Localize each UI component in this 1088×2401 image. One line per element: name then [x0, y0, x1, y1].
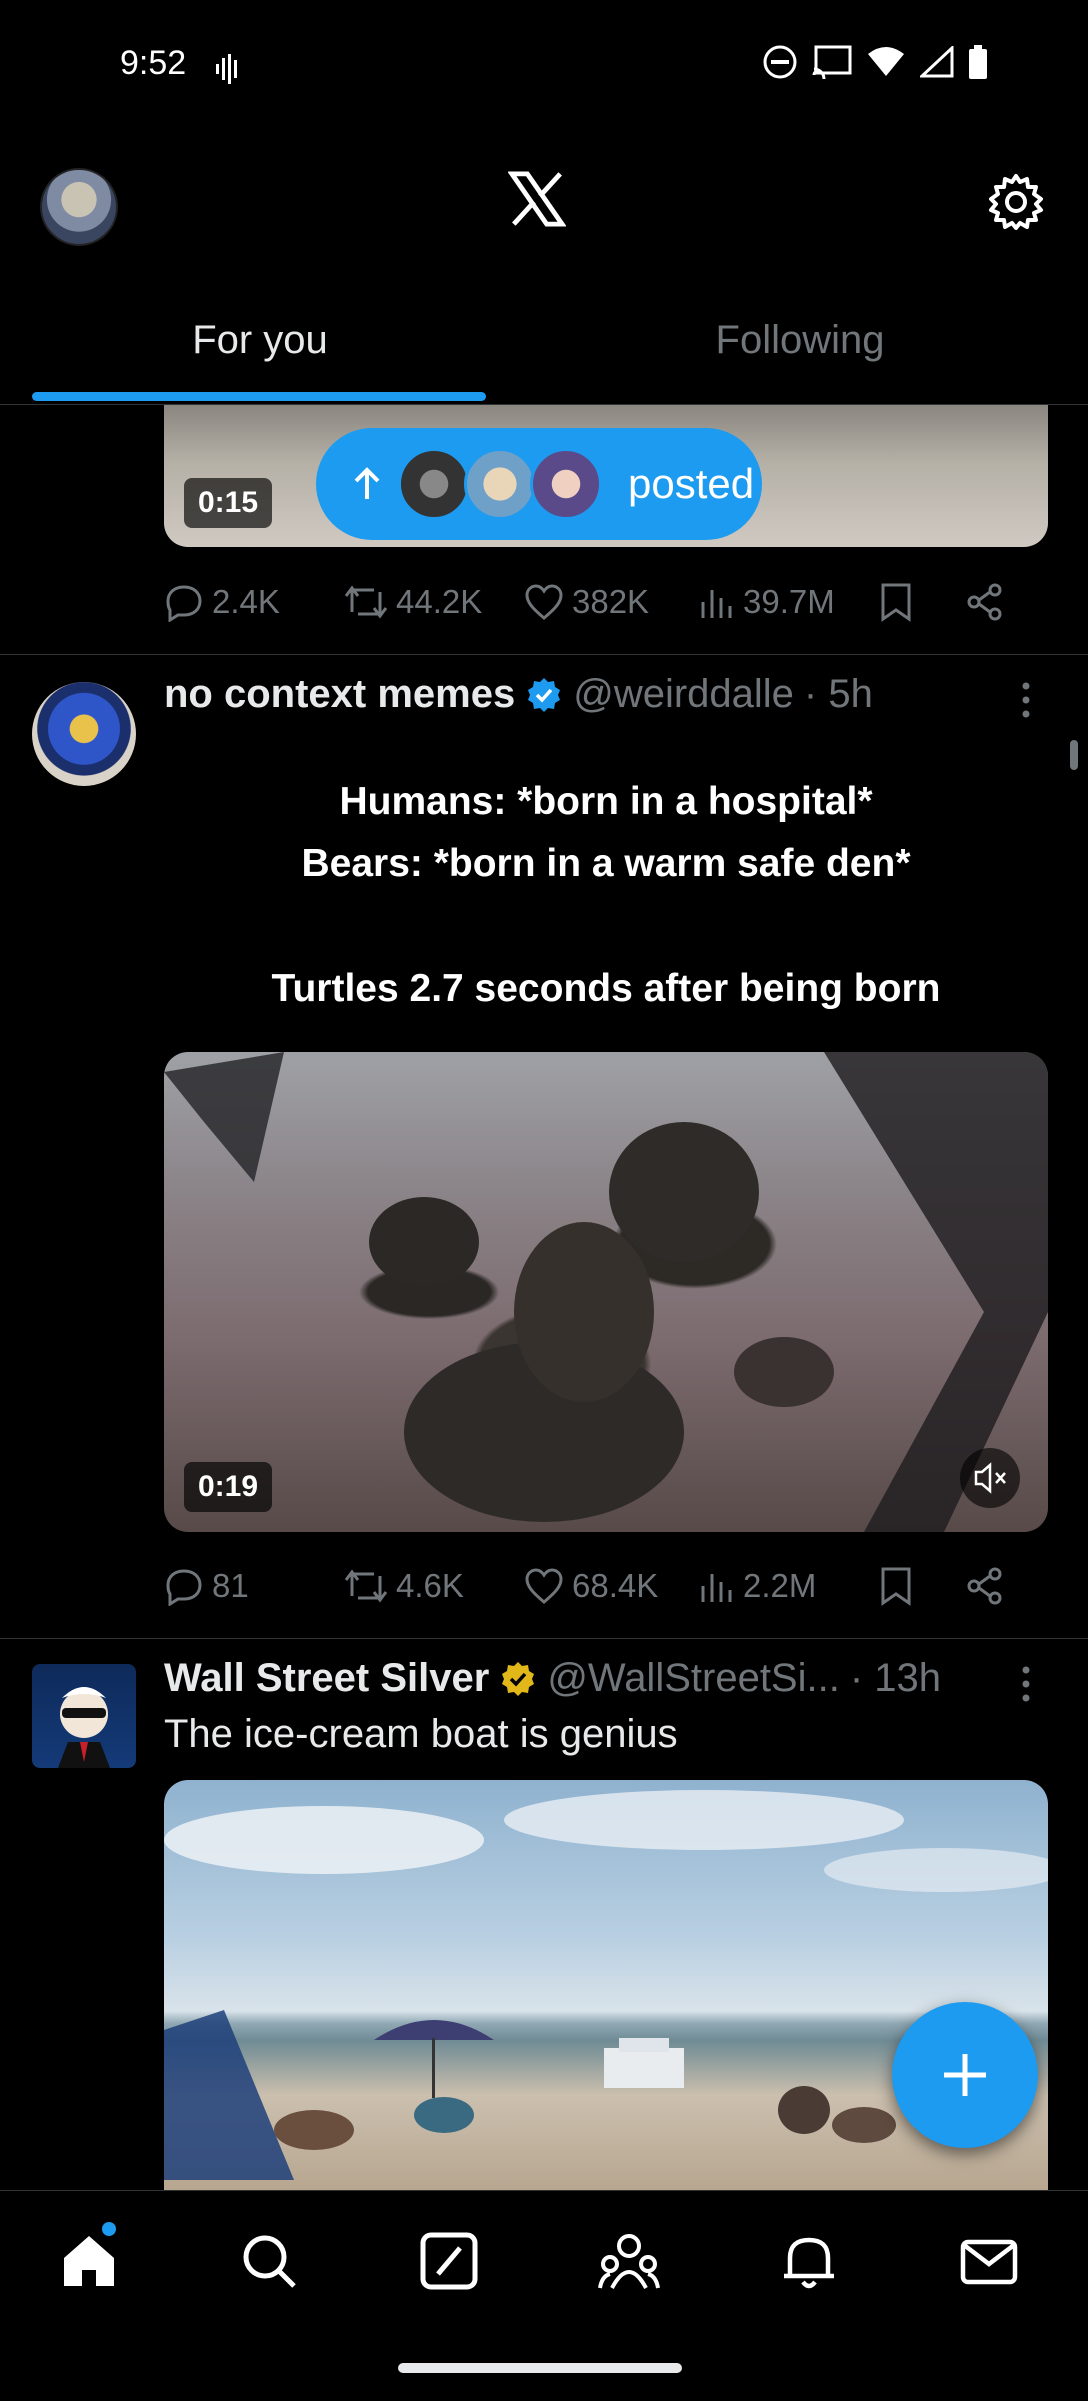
repost-count: 4.6K	[396, 1567, 464, 1604]
author-handle[interactable]: @weirddalle	[573, 672, 794, 717]
compose-button[interactable]	[892, 2002, 1038, 2148]
meme-line: Humans: *born in a hospital*	[339, 780, 873, 823]
bookmark-icon[interactable]	[879, 1566, 913, 1606]
tweet-actions: 81 4.6K 68.4K 2.2M	[164, 1556, 1048, 1616]
tweet-time: · 13h	[849, 1656, 942, 1700]
like-icon	[525, 1568, 563, 1604]
like-icon	[525, 584, 563, 620]
avatar	[464, 448, 536, 520]
repost-icon	[344, 585, 388, 619]
communities-icon[interactable]	[598, 2230, 660, 2292]
like-count: 68.4K	[572, 1567, 659, 1604]
more-icon[interactable]	[1016, 1664, 1036, 1704]
tweet-media-video[interactable]	[164, 1780, 1048, 2200]
video-duration: 0:15	[184, 478, 273, 528]
tweet-media-video[interactable]	[164, 1052, 1048, 1532]
avatar[interactable]	[32, 1664, 136, 1768]
search-icon[interactable]	[238, 2230, 300, 2292]
bookmark-icon[interactable]	[879, 582, 913, 622]
repost-icon	[344, 1569, 388, 1603]
share-icon[interactable]	[965, 1566, 1005, 1606]
views-icon	[701, 590, 732, 618]
video-duration: 0:19	[184, 1462, 273, 1512]
share-icon[interactable]	[965, 582, 1005, 622]
divider	[0, 654, 1088, 655]
avatar-art	[58, 1687, 110, 1768]
mute-icon	[974, 1462, 1006, 1494]
repost-button[interactable]: 4.6K	[344, 1566, 524, 1606]
cast-icon	[812, 45, 852, 79]
divider	[0, 1638, 1088, 1639]
x-logo-icon	[508, 171, 566, 227]
tab-for-you[interactable]: For you	[0, 318, 520, 363]
meme-line: Turtles 2.7 seconds after being born	[271, 967, 941, 1010]
view-count: 2.2M	[743, 1567, 817, 1604]
reply-count: 2.4K	[212, 583, 280, 620]
status-icons	[762, 44, 988, 80]
repost-button[interactable]: 44.2K	[344, 582, 524, 622]
compose-plus-icon	[944, 2054, 986, 2096]
status-time: 9:52	[120, 44, 187, 82]
like-button[interactable]: 68.4K	[524, 1567, 699, 1605]
arrow-up-icon	[354, 467, 380, 499]
author-name[interactable]: Wall Street Silver	[164, 1656, 489, 1701]
tab-indicator	[32, 392, 486, 401]
grok-icon[interactable]	[418, 2230, 480, 2292]
tweet-actions: 2.4K 44.2K 382K 39.7M	[164, 572, 1048, 632]
reply-icon	[166, 1569, 202, 1606]
views-button[interactable]: 39.7M	[699, 583, 879, 621]
notifications-icon[interactable]	[778, 2230, 840, 2292]
gear-icon[interactable]	[986, 172, 1046, 232]
like-button[interactable]: 382K	[524, 583, 699, 621]
home-icon[interactable]	[58, 2230, 120, 2292]
new-posts-pill[interactable]: posted	[316, 428, 762, 540]
posted-label: posted	[628, 460, 755, 507]
cell-icon	[920, 46, 954, 78]
like-count: 382K	[572, 583, 650, 620]
notification-dot	[102, 2222, 116, 2236]
verified-badge-gold-icon	[502, 1661, 535, 1696]
repost-count: 44.2K	[396, 583, 483, 620]
verified-badge-icon	[528, 677, 561, 712]
author-name[interactable]: no context memes	[164, 672, 515, 717]
avatar[interactable]	[32, 682, 136, 786]
tweet-text: The ice-cream boat is genius	[164, 1712, 678, 1756]
battery-icon	[969, 45, 987, 79]
scrollbar[interactable]	[1070, 740, 1078, 770]
avatar	[530, 448, 602, 520]
meme-line: Bears: *born in a warm safe den*	[301, 842, 911, 885]
profile-avatar[interactable]	[40, 168, 118, 246]
reply-count: 81	[212, 1567, 249, 1604]
views-icon	[701, 1574, 732, 1602]
author-handle[interactable]: @WallStreetSi...	[547, 1656, 840, 1701]
signal-icon	[216, 54, 237, 84]
views-button[interactable]: 2.2M	[699, 1567, 879, 1605]
view-count: 39.7M	[743, 583, 835, 620]
wifi-icon	[868, 47, 904, 76]
more-icon[interactable]	[1016, 680, 1036, 720]
tweet-time: · 5h	[803, 672, 873, 716]
reply-icon	[166, 585, 202, 622]
tab-following[interactable]: Following	[540, 318, 1060, 363]
mute-button[interactable]	[960, 1448, 1020, 1508]
messages-icon[interactable]	[958, 2230, 1020, 2292]
reply-button[interactable]: 81	[164, 1566, 344, 1606]
dnd-icon	[763, 45, 797, 79]
avatar	[398, 448, 470, 520]
reply-button[interactable]: 2.4K	[164, 582, 344, 622]
home-indicator[interactable]	[398, 2363, 682, 2373]
